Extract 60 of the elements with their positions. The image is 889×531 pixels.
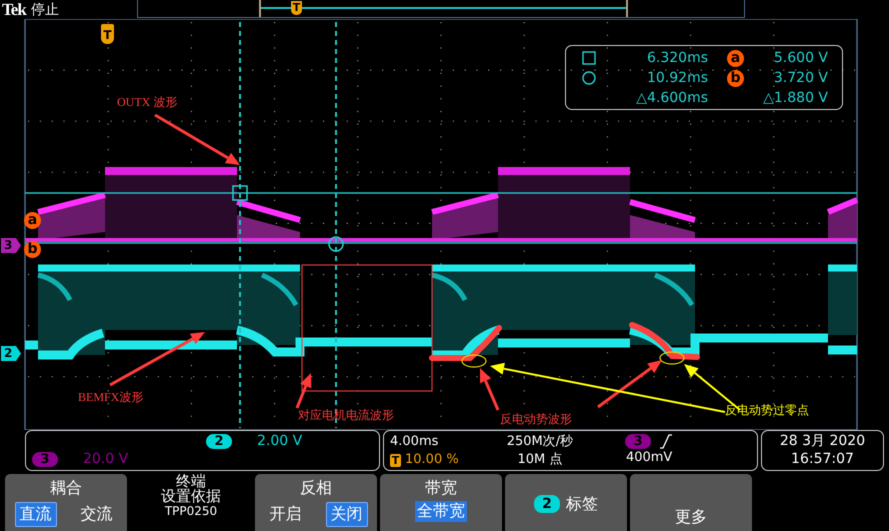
- highlight-stroke: [629, 322, 700, 360]
- square-cursor-icon: [582, 51, 596, 65]
- channel-badge: 2: [534, 495, 560, 513]
- softkey-title: 耦合: [50, 478, 82, 499]
- time-label: 16:57:07: [791, 450, 854, 468]
- softkey-option[interactable]: 交流: [76, 502, 118, 527]
- cursor-circle-icon: [328, 236, 344, 252]
- circle-cursor-icon: [582, 71, 596, 85]
- softkey-title: 反相: [300, 478, 332, 499]
- volts-per-div: 2.00 V: [257, 433, 302, 449]
- highlight-ellipse: [659, 351, 685, 365]
- sample-rate: 250M次/秒: [506, 433, 574, 451]
- softkey-option[interactable]: 开启: [264, 502, 306, 527]
- more-button[interactable]: 更多: [630, 474, 752, 531]
- annotation-label: OUTX 波形: [117, 95, 178, 109]
- channel-marker: 2: [1, 346, 21, 361]
- softkey-title: 标签: [566, 494, 598, 514]
- trigger-marker: T: [101, 24, 114, 44]
- softkey[interactable]: 反相 开启 关闭: [255, 474, 377, 531]
- annotation-label: 反电动势波形: [500, 412, 572, 426]
- softkey-option[interactable]: 直流: [14, 502, 56, 527]
- record-length: 10M 点: [517, 451, 562, 469]
- trigger-position: 10.00 %: [405, 451, 459, 469]
- time-per-div: 4.00ms: [390, 433, 440, 451]
- softkey-value: 全带宽: [415, 501, 467, 522]
- date-label: 28 3月 2020: [780, 432, 866, 450]
- annotation-arrow: [296, 373, 312, 409]
- trigger-position-marker: T: [291, 1, 302, 15]
- rising-edge-icon: [659, 433, 674, 449]
- acquisition-status: 停止: [30, 0, 59, 18]
- cursor-delta-time: △4.600ms: [635, 90, 708, 106]
- softkey-info-text: 终端: [176, 474, 206, 489]
- cursor-time: 6.320ms: [646, 50, 708, 66]
- cursor-value: 3.720 V: [772, 70, 828, 86]
- channel-badge: 3: [32, 452, 58, 466]
- softkey[interactable]: 带宽 全带宽: [380, 474, 502, 531]
- annotation-label: 对应电机电流波形: [298, 408, 394, 422]
- brand-logo: Tek: [2, 0, 26, 20]
- cursor-delta-value: △1.880 V: [762, 90, 828, 106]
- volts-per-div: 20.0 V: [83, 451, 128, 467]
- softkey[interactable]: 2 标签: [505, 474, 627, 531]
- softkey-option[interactable]: 关闭: [326, 502, 368, 527]
- cursor-time: 10.92ms: [646, 70, 708, 86]
- trigger-source-badge: 3: [625, 434, 652, 448]
- highlight-ellipse: [461, 354, 487, 368]
- trigger-position-icon: T: [390, 454, 401, 466]
- softkey-title: 带宽: [425, 478, 457, 499]
- softkey-info-text: TPP0250: [164, 504, 218, 519]
- cursor-label: a: [727, 50, 744, 66]
- cursor-marker: a: [24, 212, 41, 229]
- channel-badge: 2: [206, 434, 232, 448]
- channel-marker: 3: [1, 238, 21, 253]
- cursor-label: b: [727, 70, 744, 86]
- cursor-square-icon: [232, 185, 248, 201]
- cursor-marker: b: [24, 241, 41, 258]
- softkey-info-text: 设置依据: [161, 489, 221, 504]
- cursor-value: 5.600 V: [772, 50, 828, 66]
- annotation-label: BEMFX波形: [78, 390, 144, 404]
- softkey[interactable]: 耦合 直流 交流: [5, 474, 127, 531]
- trigger-threshold: 400mV: [626, 449, 672, 467]
